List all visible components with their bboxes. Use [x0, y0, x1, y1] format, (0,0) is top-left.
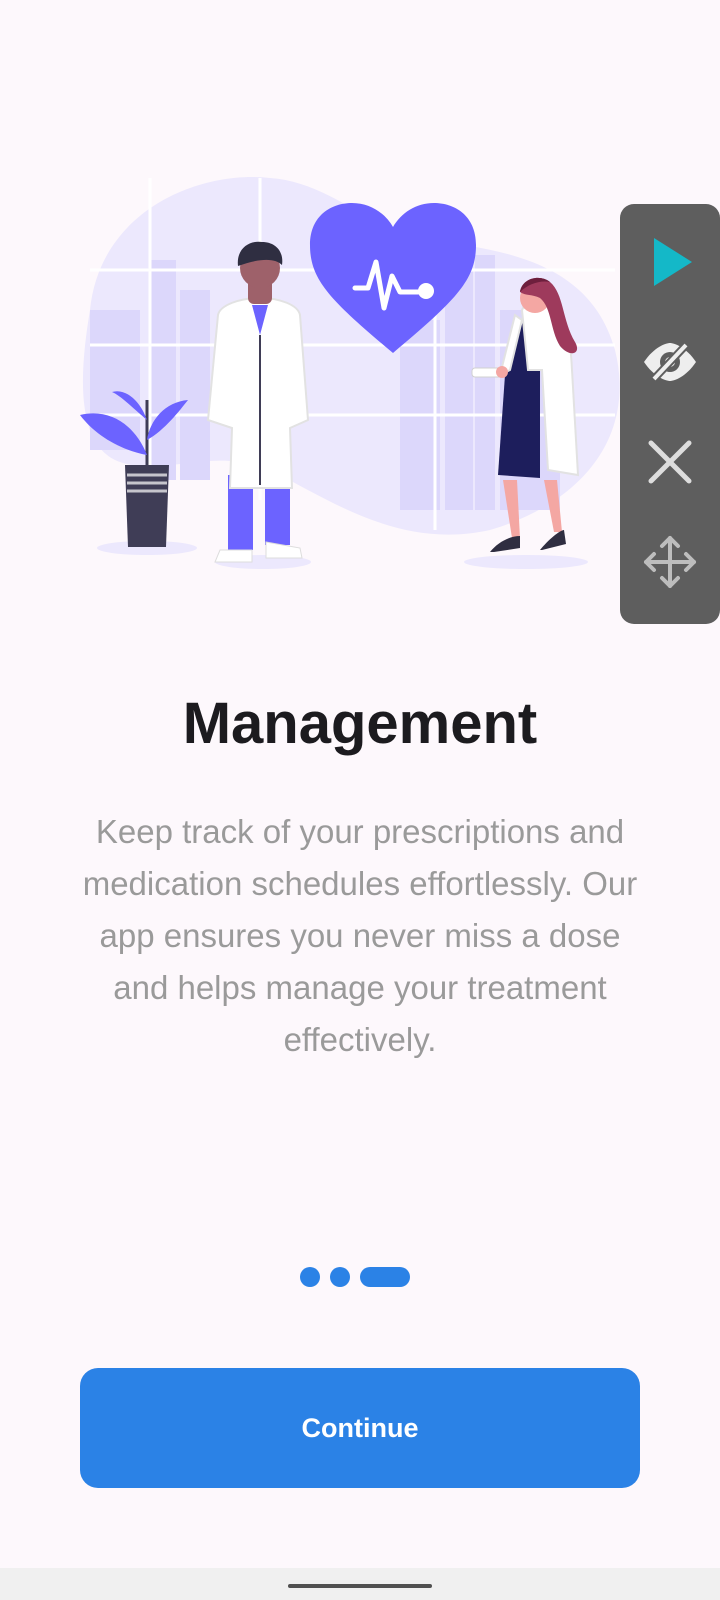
- move-icon: [644, 536, 696, 588]
- continue-button-label: Continue: [301, 1412, 419, 1443]
- page-indicator: [300, 1267, 410, 1287]
- page-dot-1: [300, 1267, 320, 1287]
- hide-button[interactable]: [620, 312, 720, 412]
- play-button[interactable]: [620, 212, 720, 312]
- home-gesture-handle[interactable]: [288, 1584, 432, 1588]
- close-icon: [648, 440, 692, 484]
- doctors-illustration: [80, 177, 620, 569]
- continue-button[interactable]: Continue: [80, 1368, 640, 1488]
- play-icon: [654, 238, 692, 286]
- page-dot-3-active: [360, 1267, 410, 1287]
- move-handle[interactable]: [620, 512, 720, 612]
- floating-toolbar: [620, 204, 720, 624]
- eye-off-icon: [644, 340, 696, 384]
- close-button[interactable]: [620, 412, 720, 512]
- page-title: Management: [182, 691, 538, 756]
- status-bar: [0, 0, 720, 64]
- page-dot-2: [330, 1267, 350, 1287]
- onboarding-description: Keep track of your prescriptions and med…: [82, 813, 638, 1058]
